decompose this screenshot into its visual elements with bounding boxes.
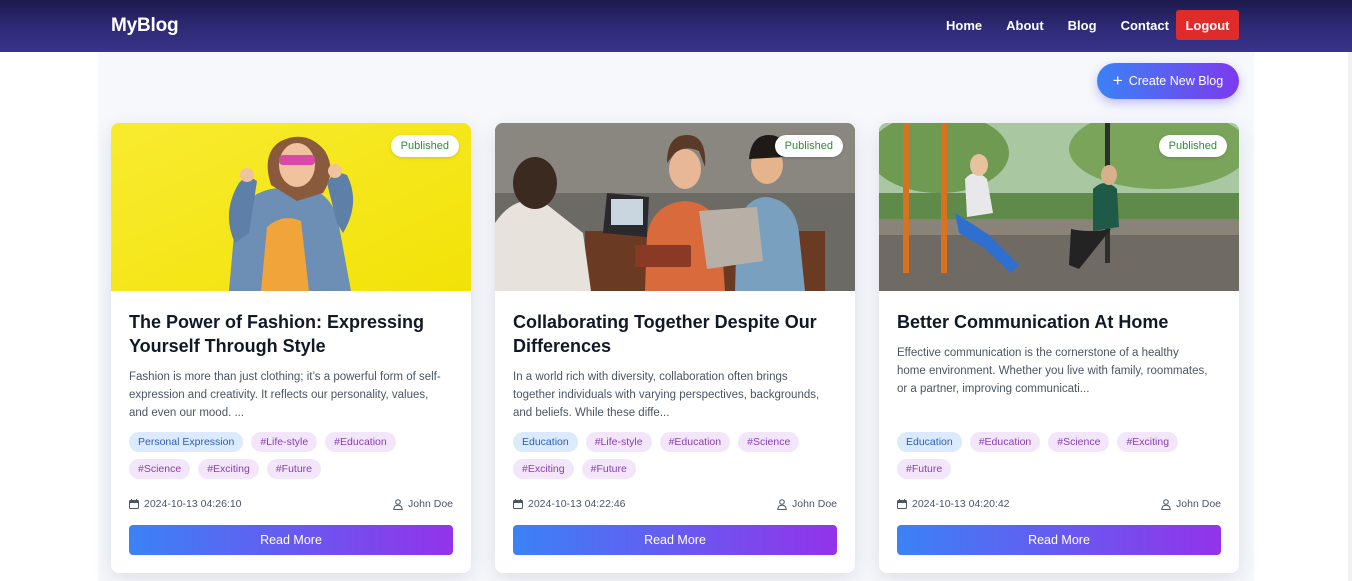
nav-link-home[interactable]: Home: [946, 18, 982, 33]
page-scrollbar[interactable]: [1348, 52, 1352, 581]
brand-logo[interactable]: MyBlog: [111, 15, 179, 37]
blog-card-excerpt: Fashion is more than just clothing; it’s…: [129, 371, 441, 419]
read-more-button[interactable]: Read More: [513, 525, 837, 555]
status-badge: Published: [1158, 135, 1227, 157]
hashtag-tag[interactable]: #Future: [897, 459, 952, 479]
nav-link-blog[interactable]: Blog: [1068, 18, 1097, 33]
calendar-icon: [513, 499, 523, 509]
plus-icon: +: [1112, 70, 1123, 90]
hashtag-tag[interactable]: #Science: [738, 432, 800, 452]
post-date: 2024-10-13 04:22:46: [513, 498, 626, 510]
hashtag-tag[interactable]: #Future: [581, 459, 636, 479]
hashtag-tag[interactable]: #Science: [129, 459, 191, 479]
read-more-button[interactable]: Read More: [129, 525, 453, 555]
hashtag-tag[interactable]: #Education: [659, 432, 731, 452]
hashtag-tag[interactable]: #Education: [325, 432, 396, 452]
status-badge: Published: [774, 135, 843, 157]
calendar-icon: [129, 499, 139, 509]
hashtag-tag[interactable]: #Exciting: [1117, 432, 1179, 452]
blog-card-excerpt: Effective communication is the cornersto…: [897, 347, 1208, 395]
post-date-text: 2024-10-13 04:20:42: [912, 498, 1010, 510]
top-navbar: MyBlog Home About Blog Contact Logout: [0, 0, 1352, 52]
blog-card-title[interactable]: Collaborating Together Despite Our Diffe…: [513, 310, 837, 358]
logout-button[interactable]: Logout: [1176, 10, 1239, 40]
post-date-text: 2024-10-13 04:26:10: [144, 498, 242, 510]
blog-card-tags: Personal Expression #Life-style #Educati…: [129, 432, 453, 486]
blog-card-tags: Education #Education #Science #Exciting …: [897, 432, 1221, 486]
category-tag[interactable]: Education: [897, 432, 962, 452]
read-more-button[interactable]: Read More: [897, 525, 1221, 555]
post-author: John Doe: [1161, 498, 1221, 510]
category-tag[interactable]: Education: [513, 432, 578, 452]
blog-card-title[interactable]: Better Communication At Home: [897, 310, 1221, 334]
hashtag-tag[interactable]: #Exciting: [198, 459, 259, 479]
post-author-text: John Doe: [1176, 498, 1221, 510]
blog-card-image[interactable]: Published: [495, 123, 855, 291]
nav-link-about[interactable]: About: [1006, 18, 1044, 33]
create-new-blog-label: Create New Blog: [1128, 74, 1224, 88]
hashtag-tag[interactable]: #Science: [1048, 432, 1110, 452]
hashtag-tag[interactable]: #Life-style: [585, 432, 652, 452]
blog-card: Published Better Communication At Home E…: [879, 123, 1239, 573]
post-date-text: 2024-10-13 04:22:46: [528, 498, 626, 510]
post-author-text: John Doe: [792, 498, 837, 510]
nav-links: Home About Blog Contact: [946, 18, 1193, 33]
hashtag-tag[interactable]: #Education: [969, 432, 1041, 452]
hashtag-tag[interactable]: #Life-style: [251, 432, 318, 452]
blog-card-title[interactable]: The Power of Fashion: Expressing Yoursel…: [129, 310, 453, 358]
nav-link-contact[interactable]: Contact: [1121, 18, 1169, 33]
post-author: John Doe: [777, 498, 837, 510]
post-date: 2024-10-13 04:26:10: [129, 498, 242, 510]
blog-card: Published Collaborating Together Despite…: [495, 123, 855, 573]
blog-card-excerpt: In a world rich with diversity, collabor…: [513, 371, 820, 419]
post-author-text: John Doe: [408, 498, 453, 510]
blog-card-tags: Education #Life-style #Education #Scienc…: [513, 432, 837, 486]
hashtag-tag[interactable]: #Exciting: [513, 459, 574, 479]
post-author: John Doe: [393, 498, 453, 510]
post-date: 2024-10-13 04:20:42: [897, 498, 1010, 510]
category-tag[interactable]: Personal Expression: [129, 432, 244, 452]
status-badge: Published: [390, 135, 459, 157]
blog-card-image[interactable]: Published: [879, 123, 1239, 291]
user-icon: [1161, 498, 1171, 510]
user-icon: [393, 498, 403, 510]
hashtag-tag[interactable]: #Future: [266, 459, 321, 479]
calendar-icon: [897, 499, 907, 509]
blog-card-image[interactable]: Published: [111, 123, 471, 291]
user-icon: [777, 498, 787, 510]
blog-card: Published The Power of Fashion: Expressi…: [111, 123, 471, 573]
create-new-blog-button[interactable]: + Create New Blog: [1097, 63, 1239, 99]
